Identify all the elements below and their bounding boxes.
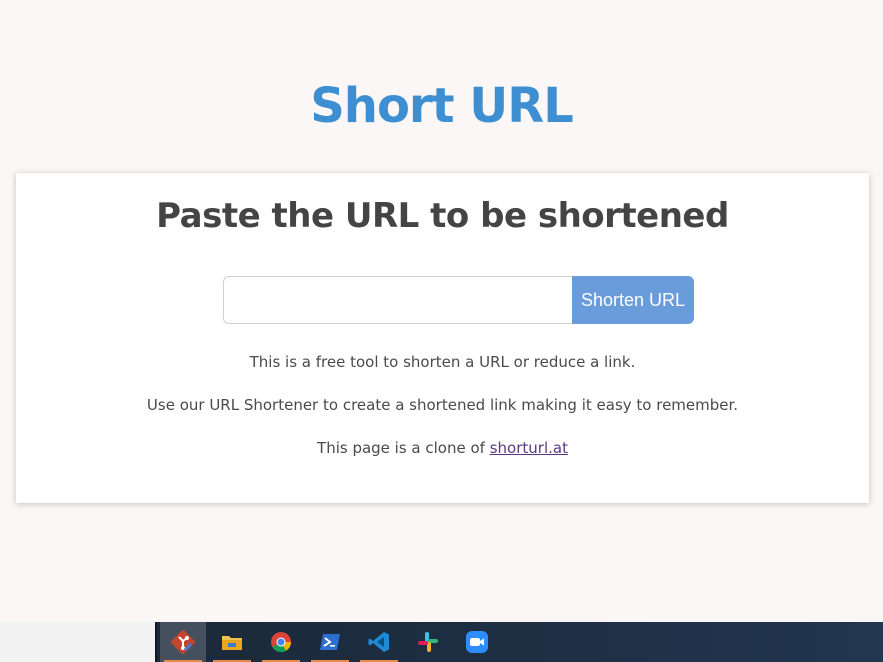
git-icon [171, 630, 195, 654]
clone-prefix: This page is a clone of [317, 439, 490, 457]
taskbar-app-powershell[interactable] [307, 622, 353, 662]
taskbar-app-chrome[interactable] [258, 622, 304, 662]
card-heading: Paste the URL to be shortened [156, 196, 729, 236]
url-input[interactable] [223, 276, 572, 324]
taskbar [0, 622, 883, 662]
taskbar-app-zoom[interactable] [454, 622, 500, 662]
file-explorer-icon [220, 630, 244, 654]
page: Short URL Paste the URL to be shortened … [0, 0, 883, 622]
info-text-free-tool: This is a free tool to shorten a URL or … [249, 353, 636, 371]
slack-icon [416, 630, 440, 654]
site-title: Short URL [310, 78, 574, 134]
taskbar-app-file-explorer[interactable] [209, 622, 255, 662]
taskbar-app-vscode[interactable] [356, 622, 402, 662]
shorten-url-button[interactable]: Shorten URL [572, 276, 694, 324]
shorten-form: Shorten URL [223, 276, 694, 324]
powershell-icon [318, 630, 342, 654]
chrome-icon [269, 630, 293, 654]
shortener-card: Paste the URL to be shortened Shorten UR… [16, 173, 869, 503]
info-text-clone: This page is a clone of shorturl.at [16, 438, 869, 458]
vscode-icon [367, 630, 391, 654]
taskbar-app-slack[interactable] [405, 622, 451, 662]
taskbar-search-box[interactable] [0, 622, 157, 662]
info-text-usage: Use our URL Shortener to create a shorte… [146, 396, 739, 414]
zoom-icon [465, 630, 489, 654]
shorturl-link[interactable]: shorturl.at [490, 439, 568, 457]
taskbar-app-git[interactable] [160, 622, 206, 662]
